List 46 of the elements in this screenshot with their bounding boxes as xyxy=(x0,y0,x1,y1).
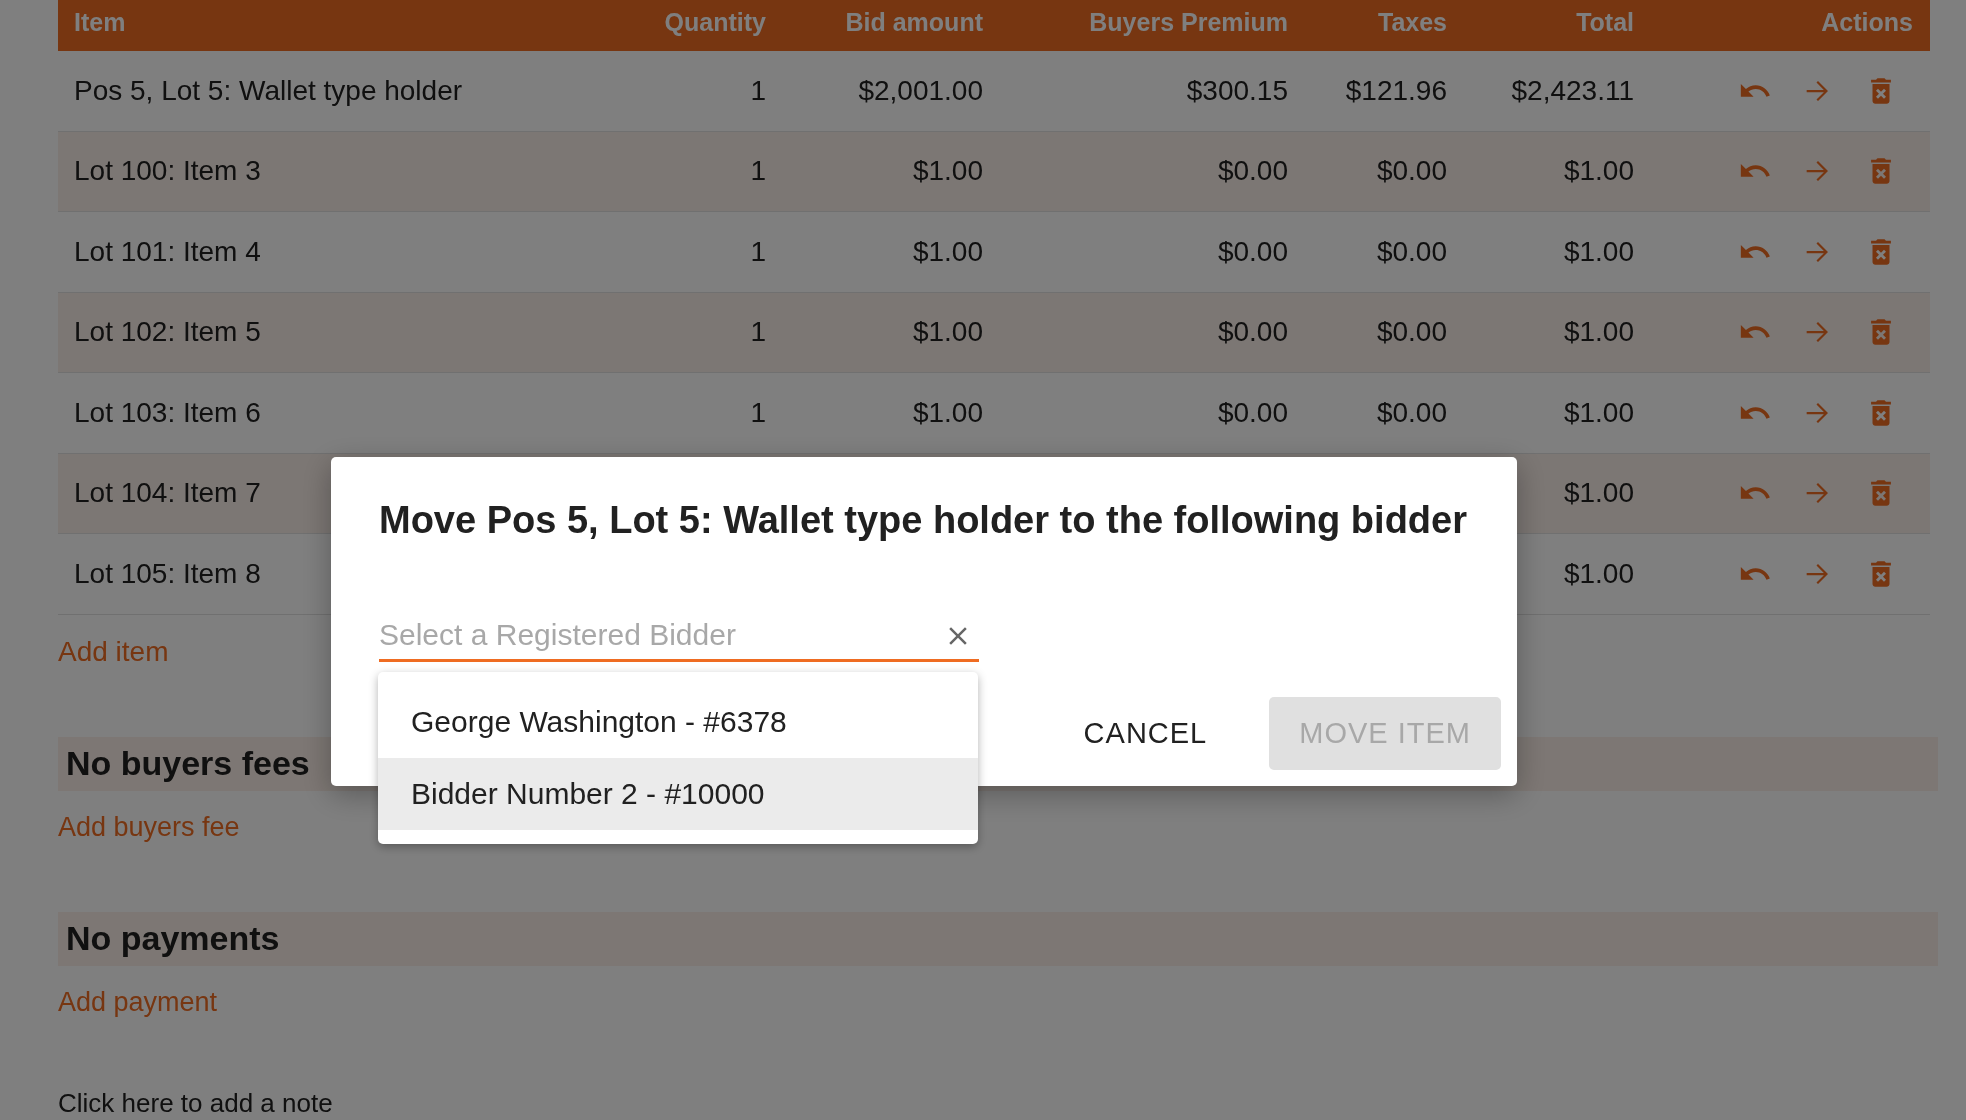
total-cell-text: $1.00 xyxy=(1562,155,1634,188)
total-cell-text: $1.00 xyxy=(1562,557,1634,590)
column-header: Bid amount xyxy=(844,8,983,37)
column-header: Quantity xyxy=(663,8,766,37)
item-cell-text: Lot 102: Item 5 xyxy=(73,316,262,349)
column-header: Total xyxy=(1575,8,1634,37)
taxes-cell-text: $0.00 xyxy=(1375,316,1447,349)
bid-cell-text: $1.00 xyxy=(911,396,983,429)
bid-cell-text: $1.00 xyxy=(911,235,983,268)
taxes-cell-text: $0.00 xyxy=(1375,235,1447,268)
dialog-title: Move Pos 5, Lot 5: Wallet type holder to the following bidder xyxy=(379,499,1468,542)
total-cell-text: $1.00 xyxy=(1562,235,1634,268)
premium-cell-text: $0.00 xyxy=(1216,155,1288,188)
bid-cell-text: $1.00 xyxy=(911,316,983,349)
total-cell-text: $2,423.11 xyxy=(1510,74,1634,107)
taxes-cell-text: $0.00 xyxy=(1375,396,1447,429)
quantity-cell-text: 1 xyxy=(749,74,766,107)
item-cell-text: Lot 100: Item 3 xyxy=(73,155,262,188)
column-header: Item xyxy=(73,8,127,37)
total-cell-text: $1.00 xyxy=(1562,396,1634,429)
item-cell-text: Lot 104: Item 7 xyxy=(73,477,262,510)
item-cell-text: Lot 105: Item 8 xyxy=(73,557,262,590)
quantity-cell-text: 1 xyxy=(749,396,766,429)
total-cell-text: $1.00 xyxy=(1562,477,1634,510)
bidder-option[interactable]: Bidder Number 2 - #10000 xyxy=(378,758,978,830)
quantity-cell-text: 1 xyxy=(749,316,766,349)
section-heading: No payments xyxy=(58,911,1938,966)
column-header: Actions xyxy=(1820,8,1914,37)
quantity-cell-text: 1 xyxy=(749,155,766,188)
bid-cell-text: $2,001.00 xyxy=(857,74,983,107)
total-cell-text: $1.00 xyxy=(1562,316,1634,349)
premium-cell-text: $0.00 xyxy=(1216,235,1288,268)
column-header: Buyers Premium xyxy=(1088,8,1288,37)
item-cell-text: Lot 101: Item 4 xyxy=(73,235,262,268)
premium-cell-text: $0.00 xyxy=(1216,396,1288,429)
quantity-cell-text: 1 xyxy=(749,235,766,268)
add-note-link[interactable]: Click here to add a note xyxy=(58,1087,333,1118)
bidder-select-field[interactable]: Select a Registered Bidder xyxy=(379,610,979,662)
taxes-cell-text: $0.00 xyxy=(1375,155,1447,188)
bid-cell-text: $1.00 xyxy=(911,155,983,188)
column-header: Taxes xyxy=(1376,8,1447,37)
taxes-cell-text: $121.96 xyxy=(1344,74,1447,107)
item-cell-text: Lot 103: Item 6 xyxy=(73,396,262,429)
item-cell-text: Pos 5, Lot 5: Wallet type holder xyxy=(73,74,464,107)
premium-cell-text: $0.00 xyxy=(1216,316,1288,349)
premium-cell-text: $300.15 xyxy=(1185,74,1288,107)
